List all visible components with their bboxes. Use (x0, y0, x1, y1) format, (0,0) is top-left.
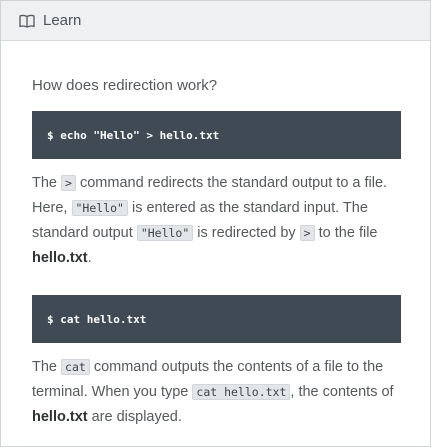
inline-code: cat hello.txt (192, 384, 291, 400)
text-segment: are displayed. (87, 409, 182, 425)
inline-code: > (61, 175, 76, 191)
text-segment: , the contents of (290, 384, 394, 400)
header-title: Learn (43, 12, 82, 29)
text-segment: The (32, 359, 62, 375)
filename-bold: hello.txt (32, 250, 88, 266)
text-segment: The (32, 175, 62, 191)
lesson-content: How does redirection work? $ echo "Hello… (1, 76, 430, 430)
inline-code: > (299, 225, 315, 241)
filename-bold: hello.txt (32, 409, 88, 425)
explanation-cat: The cat command outputs the contents of … (32, 355, 401, 430)
text-segment: . (87, 250, 92, 266)
lesson-question: How does redirection work? (32, 77, 218, 94)
inline-code: "Hello" (71, 200, 128, 216)
code-block-cat: $ cat hello.txt (32, 295, 401, 343)
text-segment: is redirected by (193, 225, 300, 241)
text-segment: to the file (314, 225, 378, 241)
panel-header: Learn (1, 1, 430, 41)
explanation-redirect: The > command redirects the standard out… (32, 171, 401, 271)
learn-panel: Learn How does redirection work? $ echo … (0, 0, 431, 447)
book-open-icon (19, 14, 35, 28)
code-block-echo: $ echo "Hello" > hello.txt (32, 111, 401, 159)
inline-code: "Hello" (136, 225, 194, 241)
inline-code: cat (61, 359, 90, 375)
